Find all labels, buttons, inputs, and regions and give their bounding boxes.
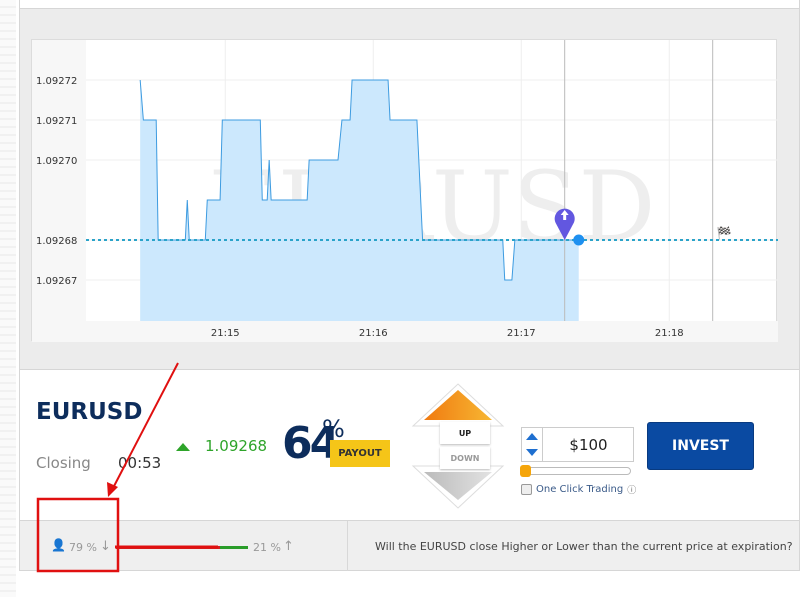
annotation-box xyxy=(36,497,120,573)
annotation-overlay xyxy=(36,362,218,573)
annotation-arrow xyxy=(111,362,179,491)
annotation-arrowhead xyxy=(107,482,118,497)
